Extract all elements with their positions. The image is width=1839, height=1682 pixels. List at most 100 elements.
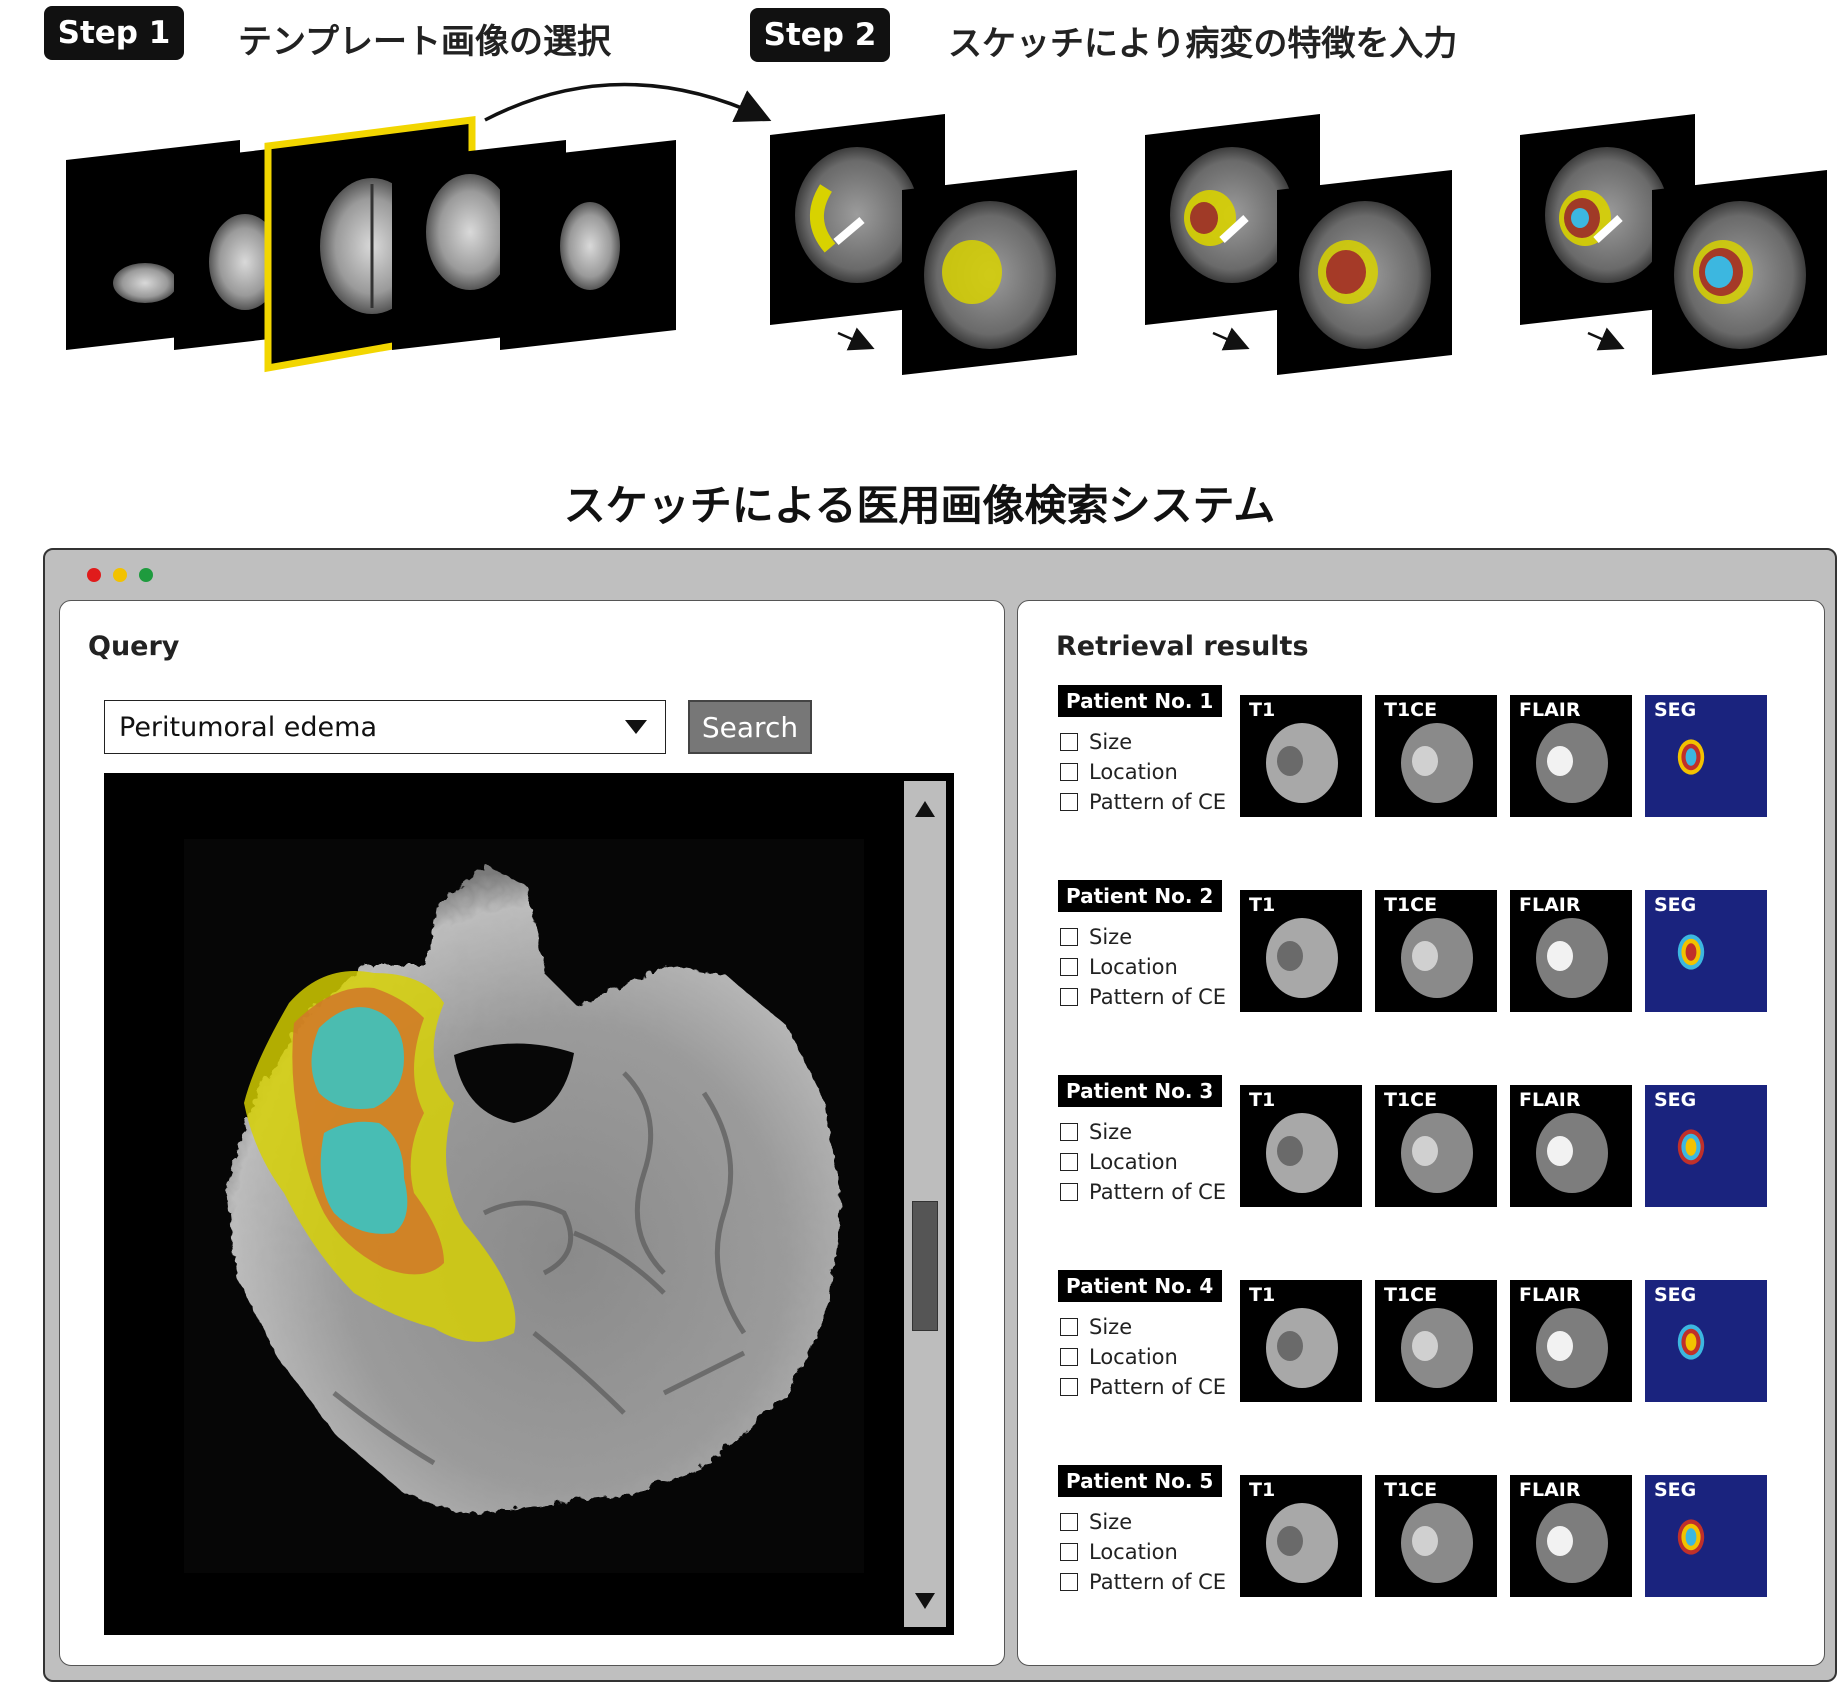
- thumbnail-t1[interactable]: T1: [1240, 890, 1362, 1012]
- criteria-option[interactable]: Size: [1060, 1507, 1132, 1537]
- criteria-checkbox[interactable]: [1060, 763, 1078, 781]
- criteria-checkbox[interactable]: [1060, 1348, 1078, 1366]
- criteria-label: Pattern of CE: [1089, 1180, 1227, 1204]
- criteria-checkbox[interactable]: [1060, 958, 1078, 976]
- thumbnail-t1[interactable]: T1: [1240, 1475, 1362, 1597]
- criteria-checkbox[interactable]: [1060, 928, 1078, 946]
- thumbnail-seg[interactable]: SEG: [1645, 1475, 1767, 1597]
- criteria-checkbox[interactable]: [1060, 1318, 1078, 1336]
- thumbnail-t1ce[interactable]: T1CE: [1375, 695, 1497, 817]
- modality-label: FLAIR: [1519, 1089, 1581, 1111]
- thumbnail-seg[interactable]: SEG: [1645, 1085, 1767, 1207]
- triangle-down-icon[interactable]: [915, 1593, 935, 1609]
- thumbnail-flair[interactable]: FLAIR: [1510, 1475, 1632, 1597]
- thumbnail-t1ce[interactable]: T1CE: [1375, 1475, 1497, 1597]
- thumbnail-seg[interactable]: SEG: [1645, 890, 1767, 1012]
- criteria-checkbox[interactable]: [1060, 1153, 1078, 1171]
- thumbnail-seg[interactable]: SEG: [1645, 1280, 1767, 1402]
- thumbnail-flair[interactable]: FLAIR: [1510, 890, 1632, 1012]
- modality-label: T1: [1249, 894, 1276, 916]
- curved-arrow-icon: [484, 82, 772, 122]
- thumbnail-t1ce[interactable]: T1CE: [1375, 890, 1497, 1012]
- criteria-option[interactable]: Location: [1060, 757, 1178, 787]
- thumbnail-t1ce[interactable]: T1CE: [1375, 1085, 1497, 1207]
- criteria-label: Size: [1089, 1315, 1133, 1339]
- thumbnail-t1[interactable]: T1: [1240, 1280, 1362, 1402]
- patient-label: Patient No. 4: [1058, 1270, 1222, 1302]
- criteria-label: Size: [1089, 730, 1133, 754]
- patient-label: Patient No. 1: [1058, 685, 1222, 717]
- modality-label: FLAIR: [1519, 894, 1581, 916]
- criteria-checkbox[interactable]: [1060, 1513, 1078, 1531]
- thumbnail-t1ce[interactable]: T1CE: [1375, 1280, 1497, 1402]
- criteria-option[interactable]: Location: [1060, 952, 1178, 982]
- criteria-option[interactable]: Pattern of CE: [1060, 982, 1226, 1012]
- results-title: Retrieval results: [1056, 631, 1309, 662]
- criteria-option[interactable]: Size: [1060, 922, 1132, 952]
- criteria-option[interactable]: Location: [1060, 1147, 1178, 1177]
- patient-row: Patient No. 3 Size Location Pattern of CE T1…: [1018, 1075, 1818, 1207]
- criteria-checkbox[interactable]: [1060, 1123, 1078, 1141]
- sketch-canvas[interactable]: [104, 773, 954, 1635]
- criteria-option[interactable]: Location: [1060, 1537, 1178, 1567]
- modality-label: T1: [1249, 699, 1276, 721]
- criteria-label: Pattern of CE: [1089, 1375, 1227, 1399]
- criteria-option[interactable]: Pattern of CE: [1060, 787, 1226, 817]
- criteria-label: Pattern of CE: [1089, 1570, 1227, 1594]
- minimize-dot[interactable]: [113, 568, 127, 582]
- criteria-option[interactable]: Pattern of CE: [1060, 1372, 1226, 1402]
- patient-label: Patient No. 5: [1058, 1465, 1222, 1497]
- sketch-stage-2: [1145, 114, 1452, 375]
- modality-label: FLAIR: [1519, 1479, 1581, 1501]
- results-panel: Retrieval results Patient No. 1 Size Locat…: [1017, 600, 1825, 1666]
- modality-label: SEG: [1654, 699, 1697, 721]
- modality-label: T1CE: [1384, 894, 1438, 916]
- thumbnail-t1[interactable]: T1: [1240, 1085, 1362, 1207]
- modality-label: T1CE: [1384, 1479, 1438, 1501]
- criteria-option[interactable]: Size: [1060, 1312, 1132, 1342]
- modality-label: SEG: [1654, 1284, 1697, 1306]
- criteria-option[interactable]: Location: [1060, 1342, 1178, 1372]
- step2-title: スケッチにより病変の特徴を入力: [948, 24, 1458, 64]
- thumbnail-flair[interactable]: FLAIR: [1510, 1280, 1632, 1402]
- modality-label: T1CE: [1384, 1284, 1438, 1306]
- criteria-checkbox[interactable]: [1060, 1183, 1078, 1201]
- modality-label: T1: [1249, 1089, 1276, 1111]
- criteria-option[interactable]: Size: [1060, 727, 1132, 757]
- criteria-option[interactable]: Size: [1060, 1117, 1132, 1147]
- modality-label: FLAIR: [1519, 1284, 1581, 1306]
- thumbnail-t1[interactable]: T1: [1240, 695, 1362, 817]
- criteria-checkbox[interactable]: [1060, 1573, 1078, 1591]
- criteria-label: Pattern of CE: [1089, 985, 1227, 1009]
- criteria-label: Size: [1089, 925, 1133, 949]
- brain-slice-image[interactable]: [104, 773, 954, 1635]
- criteria-label: Size: [1089, 1120, 1133, 1144]
- criteria-label: Location: [1089, 1540, 1178, 1564]
- criteria-checkbox[interactable]: [1060, 988, 1078, 1006]
- chevron-down-icon: [625, 720, 647, 734]
- thumbnail-flair[interactable]: FLAIR: [1510, 1085, 1632, 1207]
- lesion-type-dropdown[interactable]: Peritumoral edema: [104, 700, 666, 754]
- template-slice-5: [500, 140, 676, 350]
- patient-label: Patient No. 2: [1058, 880, 1222, 912]
- workflow-illustration: [66, 82, 1827, 375]
- maximize-dot[interactable]: [139, 568, 153, 582]
- scrollbar-thumb[interactable]: [912, 1201, 938, 1331]
- thumbnail-seg[interactable]: SEG: [1645, 695, 1767, 817]
- triangle-up-icon[interactable]: [915, 801, 935, 817]
- vertical-scrollbar[interactable]: [904, 781, 946, 1627]
- criteria-label: Location: [1089, 955, 1178, 979]
- criteria-checkbox[interactable]: [1060, 1378, 1078, 1396]
- criteria-option[interactable]: Pattern of CE: [1060, 1567, 1226, 1597]
- step2-badge: Step 2: [750, 8, 890, 62]
- criteria-option[interactable]: Pattern of CE: [1060, 1177, 1226, 1207]
- criteria-checkbox[interactable]: [1060, 793, 1078, 811]
- system-title: スケッチによる医用画像検索システム: [563, 481, 1276, 530]
- criteria-checkbox[interactable]: [1060, 733, 1078, 751]
- modality-label: SEG: [1654, 894, 1697, 916]
- thumbnail-flair[interactable]: FLAIR: [1510, 695, 1632, 817]
- criteria-checkbox[interactable]: [1060, 1543, 1078, 1561]
- search-button[interactable]: Search: [688, 700, 812, 754]
- patient-label: Patient No. 3: [1058, 1075, 1222, 1107]
- close-dot[interactable]: [87, 568, 101, 582]
